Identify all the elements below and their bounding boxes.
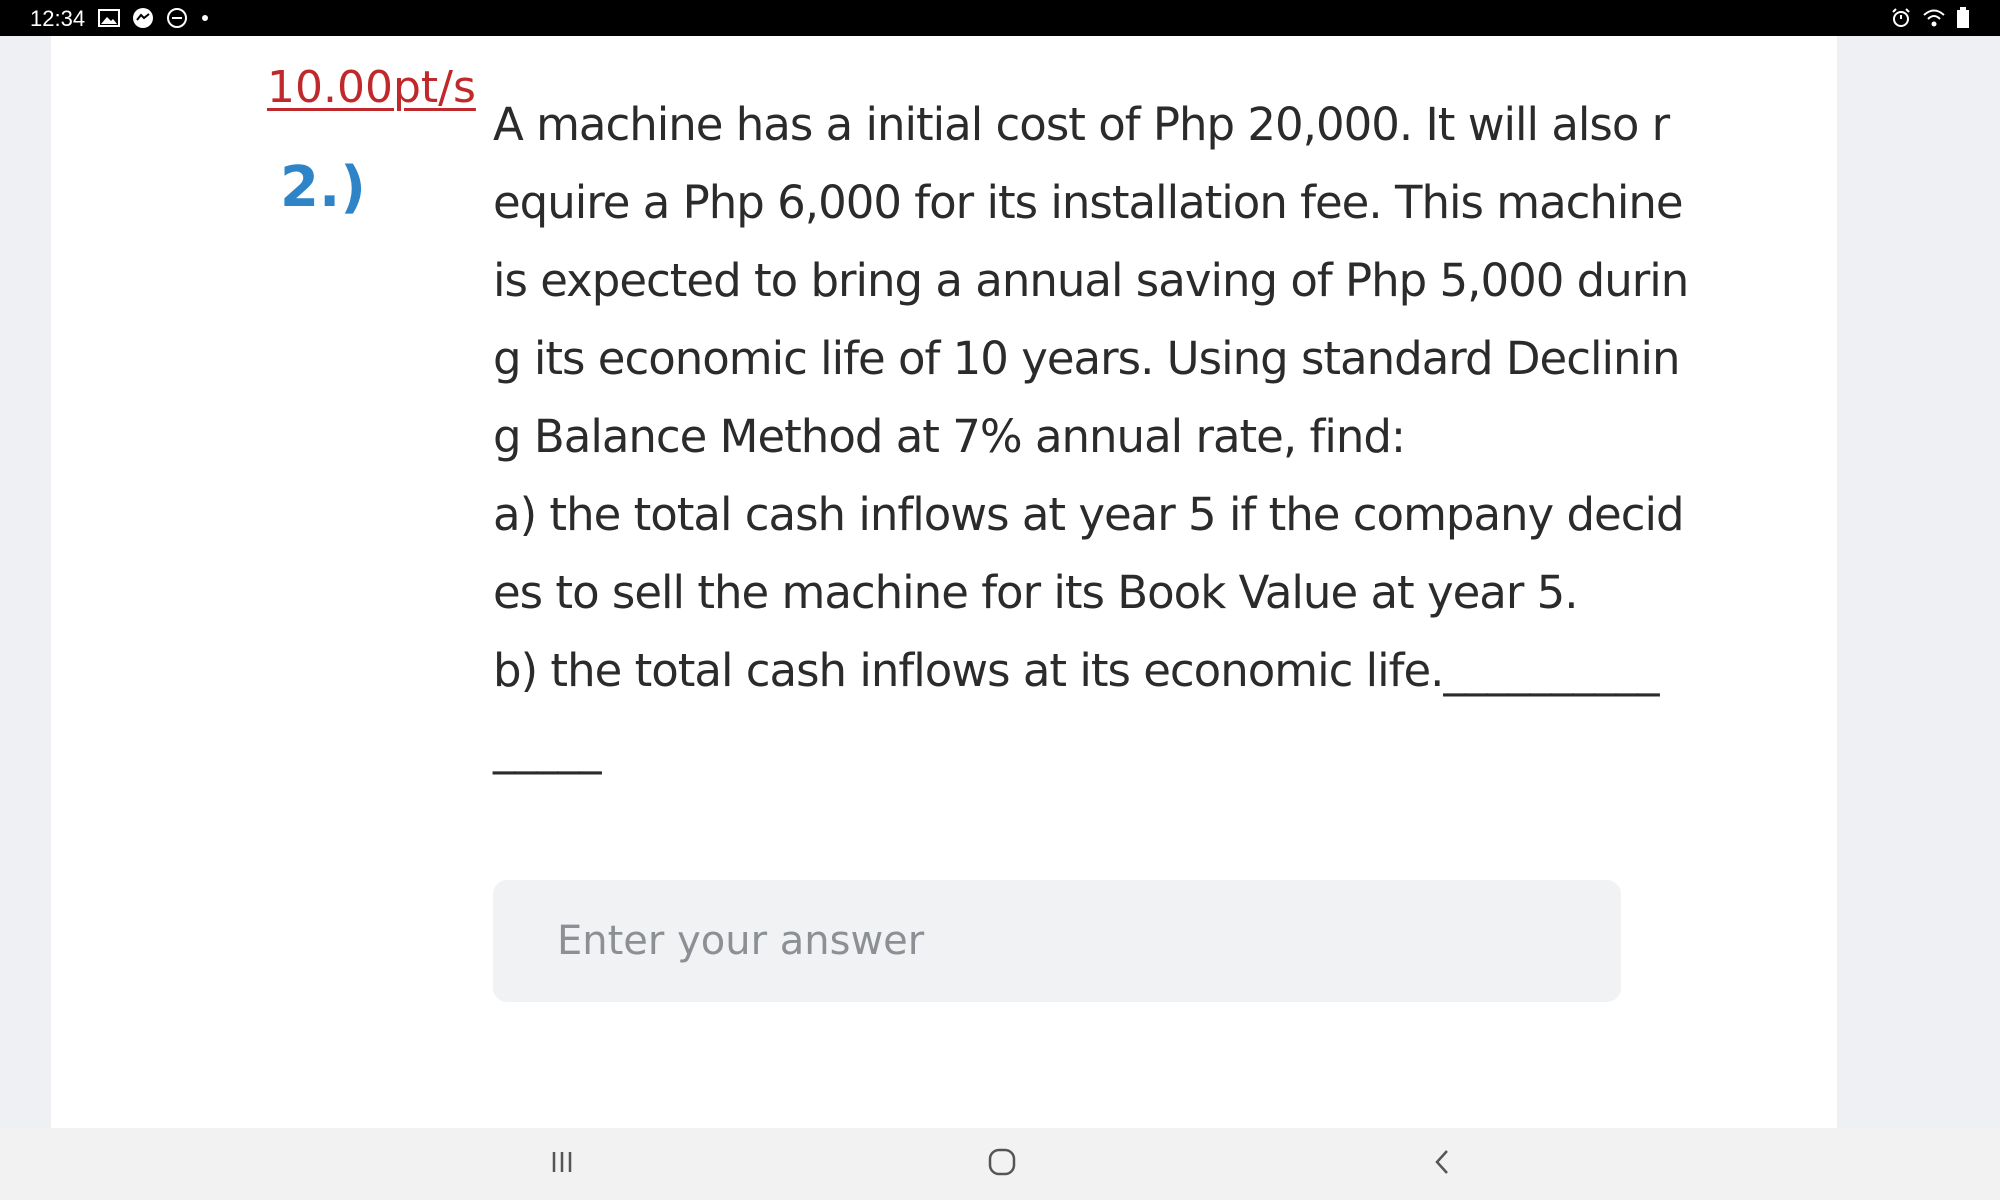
status-time: 12:34 <box>30 6 86 31</box>
status-icons-left <box>98 7 210 33</box>
recent-apps-button[interactable] <box>502 1128 622 1200</box>
home-button[interactable] <box>942 1128 1062 1200</box>
answer-input[interactable] <box>493 880 1621 1002</box>
status-icons-right <box>1890 7 1970 33</box>
gallery-icon <box>98 8 120 32</box>
question-line: is expected to bring a annual saving of … <box>493 254 1689 307</box>
question-line: es to sell the machine for its Book Valu… <box>493 566 1579 619</box>
question-text: A machine has a initial cost of Php 20,0… <box>493 92 1689 794</box>
battery-icon <box>1956 7 1970 33</box>
alarm-icon <box>1890 7 1912 33</box>
navigation-bar <box>0 1128 2000 1200</box>
wifi-icon <box>1922 8 1946 32</box>
recent-apps-icon <box>549 1149 575 1179</box>
question-line: A machine has a initial cost of Php 20,0… <box>493 98 1670 151</box>
dot-icon <box>200 7 210 33</box>
question-line: a) the total cash inflows at year 5 if t… <box>493 488 1685 541</box>
home-icon <box>987 1147 1017 1181</box>
dnd-icon <box>166 7 188 33</box>
messenger-icon <box>132 7 154 33</box>
question-line: b) the total cash inflows at its economi… <box>493 644 1659 697</box>
question-line: g its economic life of 10 years. Using s… <box>493 332 1681 385</box>
question-line: g Balance Method at 7% annual rate, find… <box>493 410 1406 463</box>
back-icon <box>1430 1147 1454 1181</box>
back-button[interactable] <box>1382 1128 1502 1200</box>
question-number: 2.) <box>280 155 366 220</box>
question-line: equire a Php 6,000 for its installation … <box>493 176 1684 229</box>
status-bar: 12:34 <box>0 0 2000 36</box>
question-line: _____ <box>493 722 602 775</box>
points-label: 10.00pt/s <box>267 62 476 113</box>
